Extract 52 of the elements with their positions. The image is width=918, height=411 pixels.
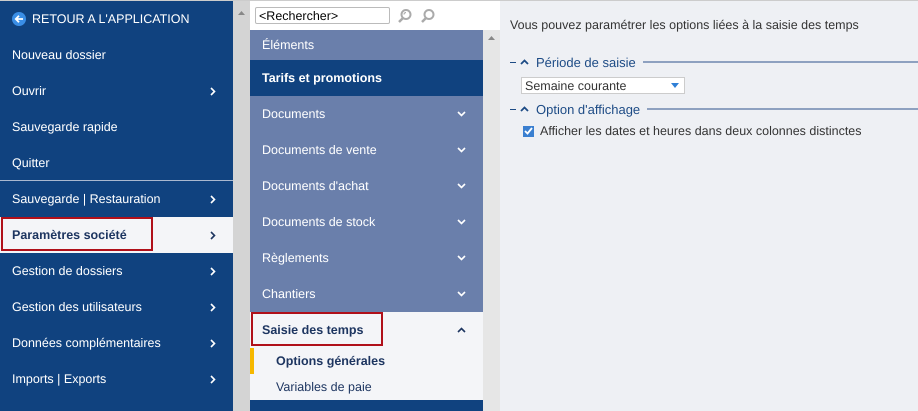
menu-item[interactable]: Sauvegarde | Restauration	[0, 181, 233, 217]
section-item[interactable]: Règlements	[250, 240, 483, 276]
back-arrow-icon	[12, 12, 26, 26]
menu-item[interactable]: Données complémentaires	[0, 325, 233, 361]
chevron-up-icon	[457, 327, 466, 333]
collapse-icon[interactable]	[520, 106, 529, 112]
section-item[interactable]: Chantiers	[250, 276, 483, 312]
section-item[interactable]: Tarifs et promotions	[250, 60, 483, 96]
menu-item[interactable]: Gestion des utilisateurs	[0, 289, 233, 325]
scrollbar[interactable]	[233, 1, 250, 411]
section-item[interactable]: Documents de stock	[250, 204, 483, 240]
menu-item[interactable]: Imports | Exports	[0, 361, 233, 397]
section-item[interactable]: Documents de vente	[250, 132, 483, 168]
search-field[interactable]: <Rechercher>	[255, 7, 390, 24]
section-item[interactable]: Documents	[250, 96, 483, 132]
search-icon[interactable]	[397, 8, 413, 24]
chevron-right-icon	[210, 374, 216, 384]
chevron-right-icon	[210, 230, 216, 240]
scroll-up-icon	[238, 11, 245, 15]
chevron-down-icon	[457, 147, 466, 153]
back-link[interactable]: RETOUR A L'APPLICATION	[0, 1, 233, 37]
section-item[interactable]: Documents d'achat	[250, 168, 483, 204]
section-item[interactable]: Saisie des temps	[250, 312, 483, 348]
group-title: Option d'affichage	[535, 102, 642, 116]
section-item[interactable]: Éléments	[250, 30, 483, 60]
chevron-down-icon	[457, 291, 466, 297]
search-icon[interactable]	[420, 8, 436, 24]
checkbox-label: Afficher les dates et heures dans deux colonnes distinctes	[540, 124, 862, 138]
chevron-right-icon	[210, 266, 216, 276]
checkbox[interactable]	[523, 126, 534, 136]
chevron-right-icon	[210, 86, 216, 96]
menu-item[interactable]: Paramètres société	[0, 217, 233, 253]
chevron-down-icon	[457, 219, 466, 225]
period-dropdown[interactable]: Semaine courante	[521, 77, 685, 94]
chevron-right-icon	[210, 194, 216, 204]
menu-item[interactable]: Ouvrir	[0, 73, 233, 109]
intro-text: Vous pouvez paramétrer les options liées à la saisie des temps	[510, 18, 860, 32]
menu-item[interactable]: Gestion de dossiers	[0, 253, 233, 289]
dropdown-arrow-icon	[671, 83, 679, 88]
scrollbar[interactable]	[483, 30, 500, 411]
menu-item[interactable]: Nouveau dossier	[0, 37, 233, 73]
subsection-item[interactable]: Variables de paie	[250, 374, 483, 400]
collapse-icon[interactable]	[520, 59, 529, 65]
chevron-right-icon	[210, 302, 216, 312]
group-title: Période de saisie	[535, 54, 637, 70]
chevron-down-icon	[457, 111, 466, 117]
subsection-item[interactable]: Options générales	[250, 348, 483, 374]
chevron-down-icon	[457, 183, 466, 189]
chevron-down-icon	[457, 255, 466, 261]
scroll-up-icon	[488, 36, 495, 40]
menu-item[interactable]: Sauvegarde rapide	[0, 109, 233, 145]
chevron-right-icon	[210, 338, 216, 348]
